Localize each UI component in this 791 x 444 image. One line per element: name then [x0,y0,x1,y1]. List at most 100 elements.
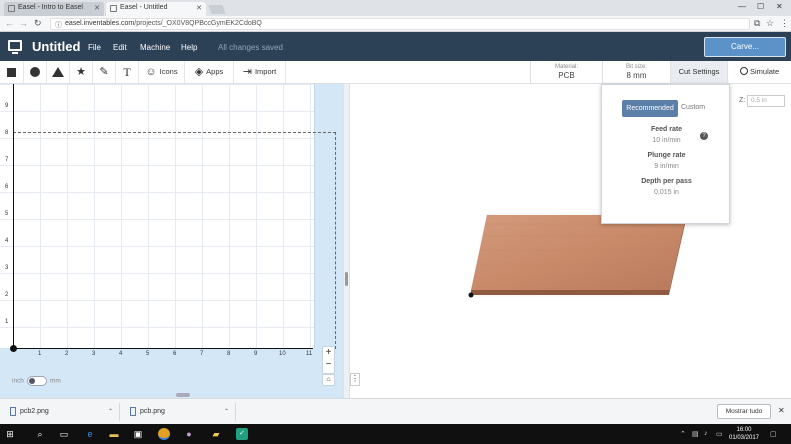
menu-machine[interactable]: Machine [140,43,170,52]
zoom-controls: + − [322,346,335,374]
menu-file[interactable]: File [88,43,101,52]
edge-icon[interactable]: e [84,428,96,440]
tray-chevron-icon[interactable]: ⌃ [680,430,686,438]
close-tab-icon[interactable]: ✕ [94,4,100,12]
feed-rate-value: 10 in/min [652,137,681,144]
depth-per-pass-value: 0.015 in [654,189,679,196]
cut-settings-button[interactable]: Cut Settings [670,61,728,84]
menu-edit[interactable]: Edit [113,43,127,52]
close-tab-icon[interactable]: ✕ [196,4,202,12]
cut-settings-popover: Recommended Custom Feed rate 10 in/min ?… [601,84,730,224]
chevron-up-icon[interactable]: ⌃ [108,403,113,421]
pen-icon: ✎ [99,66,109,78]
z-height-input[interactable]: 0.5 in [747,95,785,107]
keyboard-icon[interactable]: ▭ [716,430,723,438]
x-tick: 1 [38,351,42,357]
horizontal-scrollbar[interactable] [176,393,190,397]
network-icon[interactable]: ▤ [692,430,699,438]
simulate-button[interactable]: Simulate [732,61,791,83]
chevron-up-icon[interactable]: ⌃ [224,403,229,421]
origin-point [10,345,17,352]
menu-help[interactable]: Help [181,43,197,52]
browser-tab-strip: Easel - Intro to Easel ✕ Easel - Untitle… [0,0,791,16]
clock-icon [740,67,748,75]
resize-handle[interactable] [345,272,348,286]
page-info-icon[interactable]: ⓘ [55,20,62,30]
plunge-rate-label: Plunge rate [647,152,686,159]
zoom-out-button[interactable]: − [323,359,334,371]
square-icon [7,67,16,77]
minimize-icon[interactable]: — [738,2,746,11]
windows-start-icon[interactable]: ⊞ [4,428,16,440]
window-close-icon[interactable]: ✕ [776,2,783,11]
browser-tab-intro[interactable]: Easel - Intro to Easel ✕ [4,2,104,16]
forward-icon[interactable]: → [19,18,28,28]
url-input[interactable]: ⓘ easel.inventables.com/projects/_OX0V8Q… [50,18,750,30]
icons-button[interactable]: ☺ Icons [139,61,185,83]
back-icon[interactable]: ← [5,18,14,28]
volume-icon[interactable]: ♪ [704,430,708,437]
save-status: All changes saved [218,43,283,52]
x-tick: 7 [200,351,204,357]
home-icon: ⌂ [326,376,331,383]
pane-divider[interactable] [343,84,350,398]
new-tab-button[interactable] [208,5,226,14]
bookmark-star-icon[interactable]: ☆ [766,18,774,29]
search-icon[interactable]: ⌕ [34,428,46,440]
depth-per-pass-label: Depth per pass [641,178,692,185]
design-toolbar: ★ ✎ T ☺ Icons ◈ Apps ⇥ Import Material: PCB… [0,61,791,84]
home-view-button[interactable]: ⌂ [322,374,335,386]
unit-toggle[interactable]: inch mm [12,376,61,386]
easel-favicon-icon [8,5,15,12]
y-tick: 1 [5,319,9,325]
easel-logo-icon[interactable] [8,40,22,54]
star-icon: ★ [76,66,86,78]
folder-icon[interactable]: ▰ [210,428,222,440]
pcb-board-edge [471,290,669,295]
browser-tab-untitled[interactable]: Easel - Untitled ✕ [106,2,206,16]
material-selector[interactable]: Material: PCB [530,61,602,83]
task-view-icon[interactable]: ▭ [58,428,70,440]
address-bar-row: ← → ↻ ⓘ easel.inventables.com/projects/_… [0,16,791,32]
reload-icon[interactable]: ↻ [34,18,42,29]
file-explorer-icon[interactable]: ▬ [108,428,120,440]
chrome-menu-icon[interactable]: ⋮ [780,18,789,29]
system-clock[interactable]: 16:00 01/03/2017 [726,426,762,442]
close-downloads-icon[interactable]: ✕ [778,406,785,415]
help-icon[interactable]: ? [700,132,708,140]
triangle-tool[interactable] [47,61,70,83]
download-item-pcb[interactable]: pcb.png ⌃ [128,403,236,421]
maximize-icon[interactable]: ☐ [757,2,764,11]
star-tool[interactable]: ★ [70,61,93,83]
unit-switch[interactable] [26,376,47,386]
square-tool[interactable] [0,61,24,83]
pen-tool[interactable]: ✎ [93,61,116,83]
text-icon: T [123,65,131,79]
y-tick: 7 [5,157,9,163]
translate-icon[interactable]: ⧉ [754,18,760,29]
app-icon[interactable]: ✓ [236,428,248,440]
feed-rate-label: Feed rate [650,126,683,133]
apps-button[interactable]: ◈ Apps [185,61,234,83]
import-button[interactable]: ⇥ Import [234,61,286,83]
circle-tool[interactable] [24,61,47,83]
notifications-icon[interactable]: ▢ [770,430,777,438]
recommended-tab[interactable]: Recommended [622,100,678,117]
github-icon[interactable]: ● [183,428,195,440]
custom-tab[interactable]: Custom [681,104,705,111]
x-tick: 11 [306,351,313,357]
carve-button[interactable]: Carve... [704,37,786,57]
show-all-downloads-button[interactable]: Mostrar tudo [717,404,771,419]
text-tool[interactable]: T [116,61,139,83]
store-icon[interactable]: ▣ [132,428,144,440]
download-item-pcb2[interactable]: pcb2.png ⌃ [8,403,120,421]
zoom-in-button[interactable]: + [323,347,334,359]
bit-size-selector[interactable]: Bit size: 8 mm [602,61,670,83]
chrome-icon[interactable] [158,428,170,440]
y-tick: 5 [5,211,9,217]
design-canvas-pane: 9 8 7 6 5 4 3 2 1 1 2 3 4 5 6 7 8 9 10 1… [0,84,343,398]
apps-cube-icon: ◈ [194,66,204,78]
y-tick: 4 [5,238,9,244]
project-title[interactable]: Untitled [32,39,80,54]
more-options-button[interactable]: ⋮ [350,373,360,386]
